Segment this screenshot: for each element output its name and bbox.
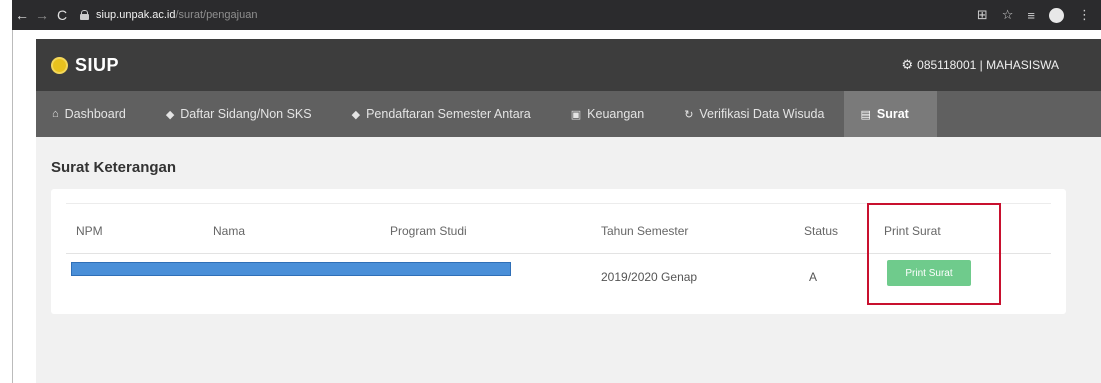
brand-title[interactable]: SIUP bbox=[75, 55, 119, 76]
highlight-box bbox=[867, 203, 1001, 305]
reload-icon[interactable]: C bbox=[52, 7, 72, 23]
document-icon: ▤ bbox=[860, 108, 871, 121]
redacted-student-info bbox=[71, 262, 511, 276]
main-content: Surat Keterangan NPM Nama Program Studi … bbox=[36, 137, 1101, 383]
main-nav: ⌂ Dashboard ◆ Daftar Sidang/Non SKS ◆ Pe… bbox=[36, 91, 1101, 137]
money-icon: ▣ bbox=[570, 108, 582, 121]
nav-item-label: Verifikasi Data Wisuda bbox=[699, 107, 825, 121]
nav-item-verifikasi-wisuda[interactable]: ↻ Verifikasi Data Wisuda bbox=[664, 91, 844, 137]
reading-list-icon[interactable]: ≡ bbox=[1027, 8, 1035, 23]
column-header-npm: NPM bbox=[76, 224, 103, 238]
star-icon[interactable]: ☆ bbox=[1002, 7, 1014, 23]
column-header-status: Status bbox=[804, 224, 839, 238]
logo-icon bbox=[51, 56, 68, 74]
graduation-cap-icon: ◆ bbox=[351, 108, 361, 121]
nav-item-label: Surat bbox=[876, 107, 909, 121]
lock-icon bbox=[80, 10, 89, 20]
cell-tahun-semester: 2019/2020 Genap bbox=[601, 270, 698, 284]
nav-item-dashboard[interactable]: ⌂ Dashboard bbox=[36, 91, 146, 137]
column-header-nama: Nama bbox=[213, 224, 246, 238]
user-label: 085118001 | MAHASISWA bbox=[917, 58, 1059, 72]
nav-item-semester-antara[interactable]: ◆ Pendaftaran Semester Antara bbox=[332, 91, 551, 137]
column-header-program-studi: Program Studi bbox=[390, 224, 467, 238]
url-path: /surat/pengajuan bbox=[175, 9, 258, 21]
address-bar[interactable]: siup.unpak.ac.id/surat/pengajuan bbox=[80, 9, 257, 21]
browser-toolbar: ← → C siup.unpak.ac.id/surat/pengajuan ⊞… bbox=[12, 0, 1101, 30]
graduation-cap-icon: ◆ bbox=[165, 108, 175, 121]
gear-icon: ⚙ bbox=[901, 57, 914, 72]
menu-icon[interactable]: ⋮ bbox=[1078, 7, 1091, 23]
cell-status: A bbox=[809, 270, 818, 284]
surat-table-card: NPM Nama Program Studi Tahun Semester St… bbox=[51, 189, 1066, 314]
profile-icon[interactable] bbox=[1049, 7, 1064, 23]
nav-item-daftar-sidang[interactable]: ◆ Daftar Sidang/Non SKS bbox=[146, 91, 332, 137]
refresh-icon: ↻ bbox=[684, 108, 694, 121]
nav-item-keuangan[interactable]: ▣ Keuangan bbox=[551, 91, 664, 137]
user-menu[interactable]: ⚙ 085118001 | MAHASISWA bbox=[901, 57, 1059, 73]
forward-arrow-icon[interactable]: → bbox=[32, 7, 52, 23]
browser-actions: ⊞ ☆ ≡ ⋮ bbox=[977, 7, 1101, 23]
app-header: SIUP ⚙ 085118001 | MAHASISWA bbox=[36, 39, 1101, 91]
nav-item-label: Dashboard bbox=[64, 107, 126, 121]
translate-icon[interactable]: ⊞ bbox=[977, 7, 988, 23]
nav-item-label: Pendaftaran Semester Antara bbox=[366, 107, 531, 121]
url-host: siup.unpak.ac.id bbox=[96, 9, 176, 21]
nav-item-label: Daftar Sidang/Non SKS bbox=[180, 107, 312, 121]
page-title: Surat Keterangan bbox=[51, 159, 177, 176]
nav-item-surat[interactable]: ▤ Surat bbox=[844, 91, 937, 137]
nav-item-label: Keuangan bbox=[587, 107, 645, 121]
column-header-tahun-semester: Tahun Semester bbox=[601, 224, 689, 238]
back-arrow-icon[interactable]: ← bbox=[12, 7, 32, 23]
home-icon: ⌂ bbox=[52, 108, 59, 120]
